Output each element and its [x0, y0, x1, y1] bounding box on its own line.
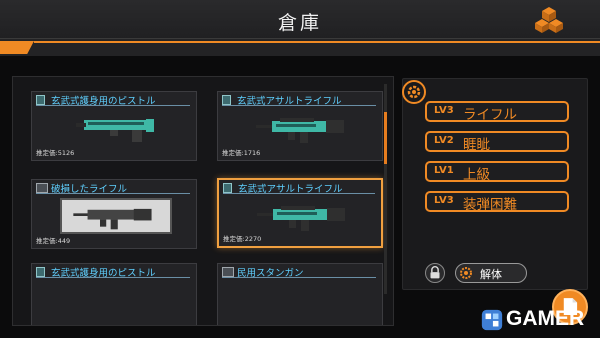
stat-level: LV3	[434, 105, 454, 116]
item-title: 玄武式アサルトライフル	[237, 96, 342, 107]
header-accent-line	[34, 41, 600, 43]
item-title: 玄武式護身用のピストル	[51, 268, 156, 279]
stat-name: 睚眦	[463, 137, 490, 153]
item-price: 推定価:449	[36, 237, 71, 245]
stat-row: LV3 装弾困難	[425, 191, 569, 213]
watermark-text: GAMER	[506, 307, 585, 330]
item-price: 推定価:2270	[223, 235, 262, 243]
item-card[interactable]: 玄武式護身用のピストル	[31, 263, 197, 325]
assault-rifle-icon	[256, 118, 344, 143]
stat-name: 装弾困難	[463, 197, 517, 213]
page-title: 倉庫	[277, 12, 322, 34]
stat-row: LV3 ライフル	[425, 101, 569, 123]
item-title-bar: 民用スタンガン	[222, 267, 376, 279]
header-stripe	[0, 38, 600, 56]
item-title-bar: 玄武式護身用のピストル	[36, 95, 190, 107]
item-title: 破損したライフル	[51, 184, 128, 195]
gamer-watermark: GAMER	[478, 305, 598, 335]
item-type-badge	[223, 183, 232, 193]
stat-name: ライフル	[463, 107, 517, 123]
item-title: 玄武式アサルトライフル	[238, 184, 343, 195]
damaged-rifle-icon	[60, 198, 172, 234]
storage-boxes-icon[interactable]	[534, 6, 564, 34]
list-scrollbar-thumb[interactable]	[384, 112, 387, 164]
gamer-logo-icon	[481, 309, 503, 331]
item-title-bar: 破損したライフル	[36, 183, 190, 195]
stat-level: LV1	[434, 165, 454, 176]
item-card[interactable]: 民用スタンガン	[217, 263, 383, 325]
item-list-panel: 玄武式護身用のピストル 推定価:5126 玄武式アサルトライフル 推定価:171…	[12, 76, 394, 326]
item-type-badge	[222, 267, 234, 277]
pistol-icon	[76, 119, 154, 142]
item-title: 玄武式護身用のピストル	[51, 96, 156, 107]
item-title: 民用スタンガン	[237, 268, 304, 279]
gear-icon	[460, 267, 472, 279]
header-bar: 倉庫	[0, 0, 600, 56]
item-type-badge	[36, 267, 45, 277]
item-card[interactable]: 玄武式アサルトライフル 推定価:1716	[217, 91, 383, 161]
item-card[interactable]: 玄武式護身用のピストル 推定価:5126	[31, 91, 197, 161]
item-price: 推定価:5126	[36, 149, 75, 157]
dismantle-button[interactable]: 解体	[455, 263, 527, 283]
gear-icon[interactable]	[402, 80, 426, 104]
item-price: 推定価:1716	[222, 149, 261, 157]
lock-icon	[430, 266, 440, 279]
header-accent	[0, 41, 34, 54]
item-type-badge	[222, 95, 231, 105]
lock-button[interactable]	[425, 263, 445, 283]
item-type-badge	[36, 95, 45, 105]
stat-level: LV3	[434, 195, 454, 206]
item-card-selected[interactable]: 玄武式アサルトライフル 推定価:2270	[217, 178, 383, 248]
item-card[interactable]: 破損したライフル 推定価:449	[31, 179, 197, 249]
assault-rifle-icon	[257, 206, 345, 231]
stat-row: LV1 上級	[425, 161, 569, 183]
stat-row: LV2 睚眦	[425, 131, 569, 153]
stat-level: LV2	[434, 135, 454, 146]
item-type-badge	[36, 183, 48, 193]
item-title-bar: 玄武式護身用のピストル	[36, 267, 190, 279]
item-title-bar: 玄武式アサルトライフル	[222, 95, 376, 107]
stat-name: 上級	[463, 167, 490, 183]
dismantle-label: 解体	[480, 268, 502, 281]
item-title-bar: 玄武式アサルトライフル	[223, 183, 375, 195]
